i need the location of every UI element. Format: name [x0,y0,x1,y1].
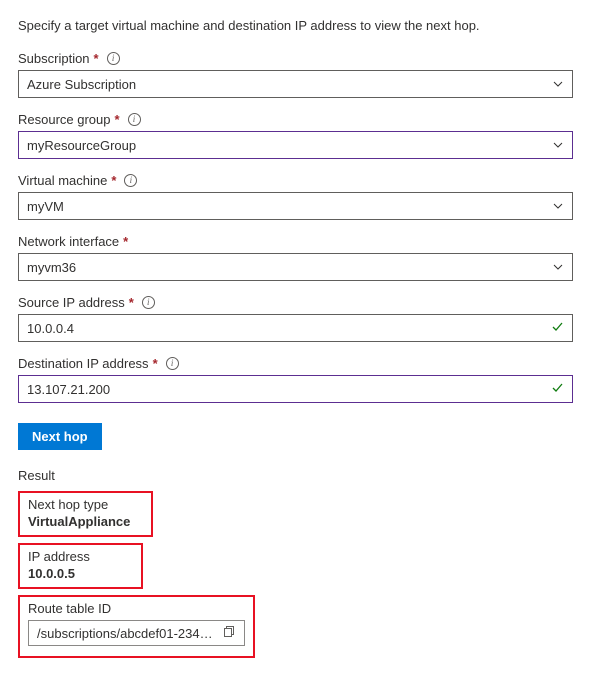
source-ip-input-wrap [18,314,573,342]
info-icon[interactable]: i [124,174,137,187]
ip-address-value: 10.0.0.5 [28,566,133,581]
result-ip-address: IP address 10.0.0.5 [18,543,143,589]
virtual-machine-select[interactable]: myVM [18,192,573,220]
ip-address-label: IP address [28,549,133,564]
next-hop-button[interactable]: Next hop [18,423,102,450]
route-table-label: Route table ID [28,601,245,616]
copy-icon[interactable] [223,625,236,641]
subscription-value: Azure Subscription [27,77,136,92]
next-hop-type-label: Next hop type [28,497,143,512]
check-icon [551,381,564,397]
chevron-down-icon [552,200,564,212]
field-virtual-machine: Virtual machine * i myVM [18,173,573,220]
result-route-table: Route table ID /subscriptions/abcdef01-2… [18,595,255,658]
result-heading: Result [18,468,573,483]
resource-group-value: myResourceGroup [27,138,136,153]
required-asterisk: * [115,112,120,127]
resource-group-select[interactable]: myResourceGroup [18,131,573,159]
required-asterisk: * [153,356,158,371]
info-icon[interactable]: i [107,52,120,65]
field-resource-group: Resource group * i myResourceGroup [18,112,573,159]
label-source-ip: Source IP address [18,295,125,310]
route-table-readonly: /subscriptions/abcdef01-2345-6... [28,620,245,646]
network-interface-value: myvm36 [27,260,76,275]
virtual-machine-value: myVM [27,199,64,214]
required-asterisk: * [94,51,99,66]
label-resource-group: Resource group [18,112,111,127]
dest-ip-input-wrap [18,375,573,403]
required-asterisk: * [129,295,134,310]
subscription-select[interactable]: Azure Subscription [18,70,573,98]
field-network-interface: Network interface * myvm36 [18,234,573,281]
label-virtual-machine: Virtual machine [18,173,107,188]
dest-ip-input[interactable] [27,382,544,397]
label-subscription: Subscription [18,51,90,66]
info-icon[interactable]: i [128,113,141,126]
next-hop-type-value: VirtualAppliance [28,514,143,529]
info-icon[interactable]: i [142,296,155,309]
intro-text: Specify a target virtual machine and des… [18,18,573,33]
result-next-hop-type: Next hop type VirtualAppliance [18,491,153,537]
route-table-value: /subscriptions/abcdef01-2345-6... [37,626,215,641]
field-source-ip: Source IP address * i [18,295,573,342]
required-asterisk: * [123,234,128,249]
chevron-down-icon [552,139,564,151]
field-subscription: Subscription * i Azure Subscription [18,51,573,98]
info-icon[interactable]: i [166,357,179,370]
check-icon [551,320,564,336]
required-asterisk: * [111,173,116,188]
label-network-interface: Network interface [18,234,119,249]
chevron-down-icon [552,78,564,90]
source-ip-input[interactable] [27,321,544,336]
field-dest-ip: Destination IP address * i [18,356,573,403]
network-interface-select[interactable]: myvm36 [18,253,573,281]
chevron-down-icon [552,261,564,273]
label-dest-ip: Destination IP address [18,356,149,371]
